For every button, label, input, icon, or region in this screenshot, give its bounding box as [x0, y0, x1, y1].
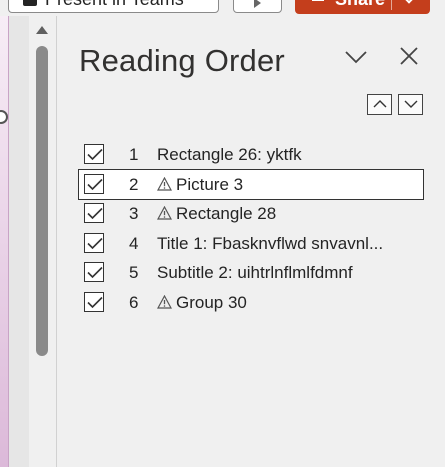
item-checkbox[interactable]: [84, 291, 104, 312]
item-label-text: Rectangle 26: yktfk: [157, 145, 302, 164]
reading-order-pane: Reading Order 1 Rectangle 26: yktfk 2 Pictu…: [57, 16, 445, 467]
checkmark-icon: [87, 148, 103, 161]
teams-present-icon: [23, 0, 37, 7]
share-divider: [391, 0, 392, 10]
vertical-scrollbar[interactable]: [31, 16, 53, 467]
item-label: Picture 3: [157, 175, 419, 195]
share-button[interactable]: Share: [295, 0, 430, 14]
move-down-button[interactable]: [398, 94, 423, 115]
scrollbar-thumb[interactable]: [36, 46, 48, 356]
item-number: 1: [129, 145, 139, 164]
move-up-button[interactable]: [367, 94, 392, 115]
item-label: Rectangle 28: [157, 204, 419, 224]
close-icon: [400, 47, 418, 65]
item-label-text: Subtitle 2: uihtrlnflmlfdmnf: [157, 263, 353, 282]
list-item[interactable]: 4 Title 1: Fbasknvflwd snvavnl...: [79, 229, 423, 259]
item-number: 6: [129, 292, 139, 312]
pane-options-button[interactable]: [344, 47, 368, 67]
checkmark-icon: [87, 266, 103, 279]
warning-icon: [157, 206, 172, 220]
item-label-text: Group 30: [176, 292, 247, 312]
item-number: 3: [129, 204, 139, 223]
checkmark-icon: [87, 207, 103, 220]
pane-close-button[interactable]: [397, 44, 421, 68]
item-checkbox[interactable]: [84, 232, 104, 253]
item-label: Title 1: Fbasknvflwd snvavnl...: [157, 234, 419, 254]
item-label: Group 30: [157, 293, 419, 313]
item-checkbox[interactable]: [84, 203, 104, 223]
list-item[interactable]: 6 Group 30: [79, 288, 423, 318]
resize-handle[interactable]: [0, 110, 8, 124]
share-label: Share: [335, 0, 385, 9]
chevron-down-icon: [345, 51, 367, 64]
item-label-text: Picture 3: [176, 174, 244, 194]
slide-canvas-edge: [0, 16, 9, 467]
warning-icon: [157, 294, 172, 309]
present-in-teams-label: Present in Teams: [45, 0, 184, 9]
list-item[interactable]: 5 Subtitle 2: uihtrlnflmlfdmnf: [79, 258, 423, 288]
item-number: 4: [129, 233, 139, 253]
item-label: Rectangle 26: yktfk: [157, 145, 419, 165]
item-label: Subtitle 2: uihtrlnflmlfdmnf: [157, 263, 419, 283]
item-checkbox[interactable]: [84, 262, 104, 282]
editor-gutter: [9, 16, 29, 467]
arrow-up-icon: [373, 100, 386, 108]
play-icon: [254, 0, 261, 8]
arrow-down-icon: [404, 100, 417, 108]
list-item[interactable]: 3 Rectangle 28: [79, 199, 423, 229]
ribbon: Present in Teams Share: [0, 0, 445, 16]
warning-icon: [157, 176, 172, 191]
list-item[interactable]: 2 Picture 3: [78, 168, 424, 200]
share-icon: [312, 0, 324, 1]
slideshow-button[interactable]: [233, 0, 282, 13]
item-number: 2: [129, 174, 139, 194]
checkmark-icon: [87, 296, 103, 308]
item-label-text: Title 1: Fbasknvflwd snvavnl...: [157, 233, 384, 253]
checkmark-icon: [87, 178, 103, 190]
item-label-text: Rectangle 28: [176, 204, 277, 223]
reading-order-list: 1 Rectangle 26: yktfk 2 Picture 3 3 Rectangle…: [78, 140, 425, 318]
share-dropdown-icon[interactable]: [403, 0, 415, 4]
scroll-up-icon[interactable]: [36, 26, 48, 34]
present-in-teams-button[interactable]: Present in Teams: [8, 0, 219, 13]
item-number: 5: [129, 263, 139, 282]
checkmark-icon: [87, 237, 103, 249]
pane-title: Reading Order: [79, 43, 285, 78]
item-checkbox[interactable]: [84, 173, 104, 194]
item-checkbox[interactable]: [84, 144, 104, 164]
list-item[interactable]: 1 Rectangle 26: yktfk: [79, 140, 423, 170]
